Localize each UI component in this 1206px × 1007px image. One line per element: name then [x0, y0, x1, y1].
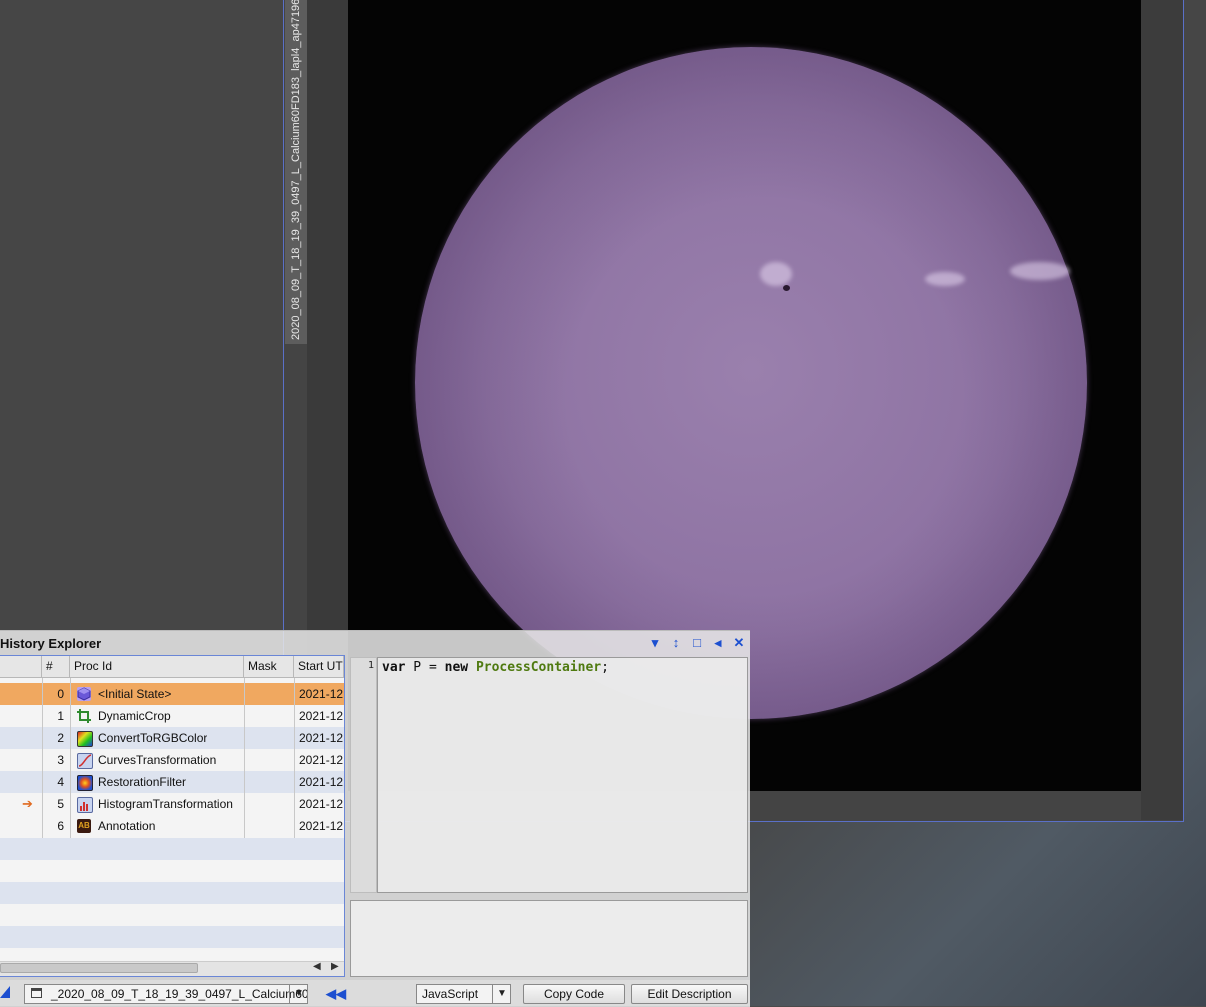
column-divider	[42, 678, 43, 838]
histogram-icon	[77, 797, 93, 813]
dock-left-icon[interactable]: ◂	[711, 636, 725, 650]
table-row[interactable]: 6 AB Annotation 2021-12	[0, 815, 344, 837]
sunspot	[783, 285, 790, 291]
empty-row	[0, 882, 344, 904]
proc-id: Annotation	[98, 819, 156, 833]
scrollbar-thumb[interactable]	[0, 963, 198, 973]
code-line: var P = new ProcessContainer;	[382, 660, 609, 675]
current-state-arrow-icon: ➔	[22, 796, 33, 811]
initial-state-icon	[77, 687, 91, 701]
dynamic-crop-icon	[77, 709, 91, 723]
row-number: 2	[57, 731, 64, 745]
annotation-icon: AB	[77, 819, 91, 833]
rewind-icon[interactable]: ◀◀	[326, 986, 346, 1002]
description-box[interactable]	[350, 900, 748, 977]
active-region-plage	[1010, 262, 1070, 280]
image-window-tab-label: 2020_08_09_T_18_19_39_0497_L_Calcium60FD…	[290, 0, 302, 340]
proc-id: HistogramTransformation	[98, 797, 233, 811]
table-row[interactable]: 1 DynamicCrop 2021-12	[0, 705, 344, 727]
identifier: P =	[405, 660, 445, 675]
line-number: 1	[367, 660, 374, 671]
row-number: 4	[57, 775, 64, 789]
resize-vertical-icon[interactable]: ↕	[669, 636, 683, 650]
column-header-proc-id[interactable]: Proc Id	[70, 656, 244, 678]
table-row[interactable]: 2 ConvertToRGBColor 2021-12	[0, 727, 344, 749]
rgb-color-icon	[77, 731, 93, 747]
sun-disk	[415, 47, 1087, 719]
keyword-new: new	[444, 660, 469, 675]
row-number: 0	[57, 687, 64, 701]
copy-code-button[interactable]: Copy Code	[523, 984, 625, 1004]
empty-row	[0, 926, 344, 948]
table-row[interactable]: ➔ 5 HistogramTransformation 2021-12	[0, 793, 344, 815]
code-gutter	[350, 657, 377, 893]
expand-icon[interactable]	[0, 986, 10, 998]
start-utc: 2021-12	[299, 753, 344, 767]
active-region-plage	[925, 272, 965, 286]
active-region-plage	[760, 262, 792, 286]
edit-description-button[interactable]: Edit Description	[631, 984, 748, 1004]
panel-title: History Explorer	[0, 636, 102, 651]
column-divider	[294, 678, 295, 838]
start-utc: 2021-12	[299, 731, 344, 745]
column-header-marker[interactable]	[0, 656, 42, 678]
table-row[interactable]: 4 RestorationFilter 2021-12	[0, 771, 344, 793]
scroll-left-icon[interactable]: ◀	[313, 961, 321, 972]
chevron-down-icon[interactable]: ▼	[492, 985, 511, 1003]
start-utc: 2021-12	[299, 709, 344, 723]
start-utc: 2021-12	[299, 687, 344, 701]
view-selector[interactable]: _2020_08_09_T_18_19_39_0497_L_Calcium60F…	[24, 984, 308, 1004]
curves-icon	[77, 753, 93, 769]
chevron-down-icon[interactable]: ▼	[289, 985, 308, 1003]
row-number: 1	[57, 709, 64, 723]
table-row[interactable]: 3 CurvesTransformation 2021-12	[0, 749, 344, 771]
start-utc: 2021-12	[299, 819, 344, 833]
proc-id: DynamicCrop	[98, 709, 171, 723]
close-icon[interactable]: ✕	[732, 636, 746, 650]
column-header-start-utc[interactable]: Start UTC	[294, 656, 344, 678]
proc-id: ConvertToRGBColor	[98, 731, 208, 745]
proc-id: RestorationFilter	[98, 775, 187, 789]
window-icon	[31, 988, 42, 998]
scroll-right-icon[interactable]: ▶	[331, 961, 339, 972]
proc-id: CurvesTransformation	[98, 753, 217, 767]
maximize-icon[interactable]: □	[690, 636, 704, 650]
row-number: 6	[57, 819, 64, 833]
table-row[interactable]: 0 <Initial State> 2021-12	[0, 683, 344, 705]
collapse-icon[interactable]: ▾	[648, 636, 662, 650]
column-divider	[244, 678, 245, 838]
row-number: 5	[57, 797, 64, 811]
column-divider	[70, 678, 71, 838]
restoration-filter-icon	[77, 775, 93, 791]
image-window-right-margin	[1141, 0, 1183, 820]
empty-row	[0, 838, 344, 860]
row-number: 3	[57, 753, 64, 767]
keyword-var: var	[382, 660, 406, 675]
start-utc: 2021-12	[299, 797, 344, 811]
code-editor[interactable]	[377, 657, 748, 893]
type-name: ProcessContainer	[475, 660, 602, 675]
statement-end: ;	[601, 660, 609, 675]
column-header-number[interactable]: #	[42, 656, 70, 678]
column-header-mask[interactable]: Mask	[244, 656, 294, 678]
proc-id: <Initial State>	[98, 687, 172, 701]
start-utc: 2021-12	[299, 775, 344, 789]
